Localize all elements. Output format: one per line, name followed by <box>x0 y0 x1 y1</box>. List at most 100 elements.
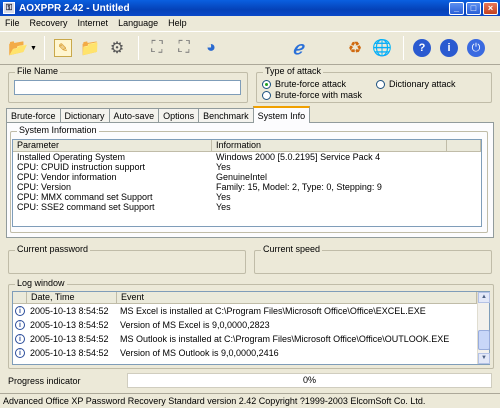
info-icon: i <box>15 320 25 330</box>
recycle-icon: ♻ <box>347 40 363 57</box>
menu-help[interactable]: Help <box>163 18 192 28</box>
progress-value: 0% <box>302 375 316 385</box>
benchmark-button[interactable]: ◕ <box>199 36 223 60</box>
menu-language[interactable]: Language <box>113 18 163 28</box>
log-date-time: 2005-10-13 8:54:52 <box>30 334 109 344</box>
current-password-label: Current password <box>15 244 91 254</box>
log-event: Version of MS Excel is 9,0,0000,2823 <box>120 320 270 330</box>
update-button[interactable]: ♻ <box>343 36 367 60</box>
toolbar: 📂 ▼ ✎ 📁 ⚙ ⛶ ⛶ ◕ ℯ ♻ 🌐 ? i ⏻ <box>0 31 500 65</box>
parameter-cell: Installed Operating System <box>17 152 126 162</box>
file-name-field[interactable] <box>14 80 241 95</box>
scroll-up-icon[interactable]: ▲ <box>478 292 490 303</box>
table-row[interactable]: CPU: Version Family: 15, Model: 2, Type:… <box>13 182 481 192</box>
web-button[interactable]: 🌐 <box>370 36 394 60</box>
table-row[interactable]: CPU: MMX command set Support Yes <box>13 192 481 202</box>
close-button[interactable]: × <box>483 1 498 15</box>
log-event: MS Outlook is installed at C:\Program Fi… <box>120 334 450 344</box>
log-date-time: 2005-10-13 8:54:52 <box>30 348 109 358</box>
log-date-time: 2005-10-13 8:54:52 <box>30 320 109 330</box>
table-header: Parameter Information <box>13 140 481 152</box>
brute-force-label: Brute-force attack <box>275 79 347 89</box>
exit-icon: ⏻ <box>467 39 485 57</box>
log-row[interactable]: i 2005-10-13 8:54:52 Version of MS Outlo… <box>13 346 489 360</box>
column-icon[interactable] <box>13 292 27 303</box>
menu-file[interactable]: File <box>0 18 25 28</box>
status-bar: Advanced Office XP Password Recovery Sta… <box>0 393 500 408</box>
table-row[interactable]: CPU: SSE2 command set Support Yes <box>13 202 481 212</box>
open-button[interactable]: 📂 <box>6 36 30 60</box>
edit-button[interactable]: ✎ <box>51 36 75 60</box>
internet-explorer-icon: ℯ <box>292 37 304 58</box>
tab-strip: Brute-force Dictionary Auto-save Options… <box>6 106 311 123</box>
toolbar-separator <box>403 36 404 60</box>
info-icon: i <box>15 334 25 344</box>
brute-force-mask-radio[interactable]: Brute-force with mask <box>262 90 362 100</box>
tab-dictionary[interactable]: Dictionary <box>59 108 110 123</box>
dictionary-radio[interactable]: Dictionary attack <box>376 79 456 89</box>
run-icon: ⛶ <box>151 39 163 56</box>
tab-benchmark[interactable]: Benchmark <box>198 108 254 123</box>
window-title: AOXPPR 2.42 - Untitled <box>19 2 130 14</box>
table-row[interactable]: CPU: CPUID instruction support Yes <box>13 162 481 172</box>
log-list[interactable]: Date, Time Event i 2005-10-13 8:54:52 MS… <box>12 291 490 365</box>
current-password-group: Current password <box>8 244 246 274</box>
tab-options[interactable]: Options <box>158 108 200 123</box>
about-button[interactable]: i <box>437 36 461 60</box>
log-header: Date, Time Event <box>13 292 489 304</box>
internet-explorer-button[interactable]: ℯ <box>286 36 310 60</box>
scroll-thumb[interactable] <box>478 330 490 350</box>
table-row[interactable]: Installed Operating System Windows 2000 … <box>13 152 481 162</box>
pie-chart-icon: ◕ <box>206 39 216 56</box>
system-info-table[interactable]: Parameter Information Installed Operatin… <box>12 139 482 227</box>
folder-star-button[interactable]: 📁 <box>78 36 102 60</box>
globe-icon: 🌐 <box>372 40 392 57</box>
run-button[interactable]: ⛶ <box>145 36 169 60</box>
tab-auto-save[interactable]: Auto-save <box>108 108 160 123</box>
maximize-button[interactable]: □ <box>466 1 481 15</box>
open-dropdown-icon[interactable]: ▼ <box>30 45 38 52</box>
radio-icon <box>262 90 271 100</box>
menu-recovery[interactable]: Recovery <box>25 18 73 28</box>
column-parameter[interactable]: Parameter <box>13 140 212 151</box>
stop-icon: ⛶ <box>178 39 190 56</box>
edit-icon: ✎ <box>54 39 72 57</box>
log-event: Version of MS Outlook is 9,0,0000,2416 <box>120 348 279 358</box>
help-button[interactable]: ? <box>410 36 434 60</box>
column-blank <box>447 140 481 151</box>
log-row[interactable]: i 2005-10-13 8:54:52 MS Excel is install… <box>13 304 489 318</box>
information-cell: Yes <box>216 202 231 212</box>
attack-type-label: Type of attack <box>263 66 324 76</box>
file-name-label: File Name <box>15 66 61 76</box>
tab-brute-force[interactable]: Brute-force <box>6 108 61 123</box>
dictionary-label: Dictionary attack <box>389 79 456 89</box>
menu-internet[interactable]: Internet <box>73 18 114 28</box>
column-information[interactable]: Information <box>212 140 447 151</box>
column-event[interactable]: Event <box>117 292 477 303</box>
exit-button[interactable]: ⏻ <box>464 36 488 60</box>
log-row[interactable]: i 2005-10-13 8:54:52 Version of MS Excel… <box>13 318 489 332</box>
scroll-down-icon[interactable]: ▼ <box>478 353 490 364</box>
open-icon: 📂 <box>8 40 28 57</box>
stop-button[interactable]: ⛶ <box>172 36 196 60</box>
table-row[interactable]: CPU: Vendor information GenuineIntel <box>13 172 481 182</box>
tab-system-info[interactable]: System Info <box>252 106 311 123</box>
info-icon: i <box>15 348 25 358</box>
log-date-time: 2005-10-13 8:54:52 <box>30 306 109 316</box>
information-cell: Family: 15, Model: 2, Type: 0, Stepping:… <box>216 182 382 192</box>
column-date-time[interactable]: Date, Time <box>27 292 117 303</box>
toolbar-separator <box>138 36 139 60</box>
information-cell: Yes <box>216 192 231 202</box>
current-speed-label: Current speed <box>261 244 323 254</box>
menu-bar: File Recovery Internet Language Help <box>0 16 500 30</box>
brute-force-radio[interactable]: Brute-force attack <box>262 79 346 89</box>
minimize-button[interactable]: _ <box>449 1 464 15</box>
log-row[interactable]: i 2005-10-13 8:54:52 MS Outlook is insta… <box>13 332 489 346</box>
information-cell: Windows 2000 [5.0.2195] Service Pack 4 <box>216 152 381 162</box>
info-icon: i <box>440 39 458 57</box>
parameter-cell: CPU: Vendor information <box>17 172 117 182</box>
title-bar: ⚿ AOXPPR 2.42 - Untitled _ □ × <box>0 0 500 16</box>
hardware-button[interactable]: ⚙ <box>105 36 129 60</box>
log-scrollbar[interactable]: ▲ ▼ <box>477 292 490 364</box>
brute-force-mask-label: Brute-force with mask <box>275 90 363 100</box>
